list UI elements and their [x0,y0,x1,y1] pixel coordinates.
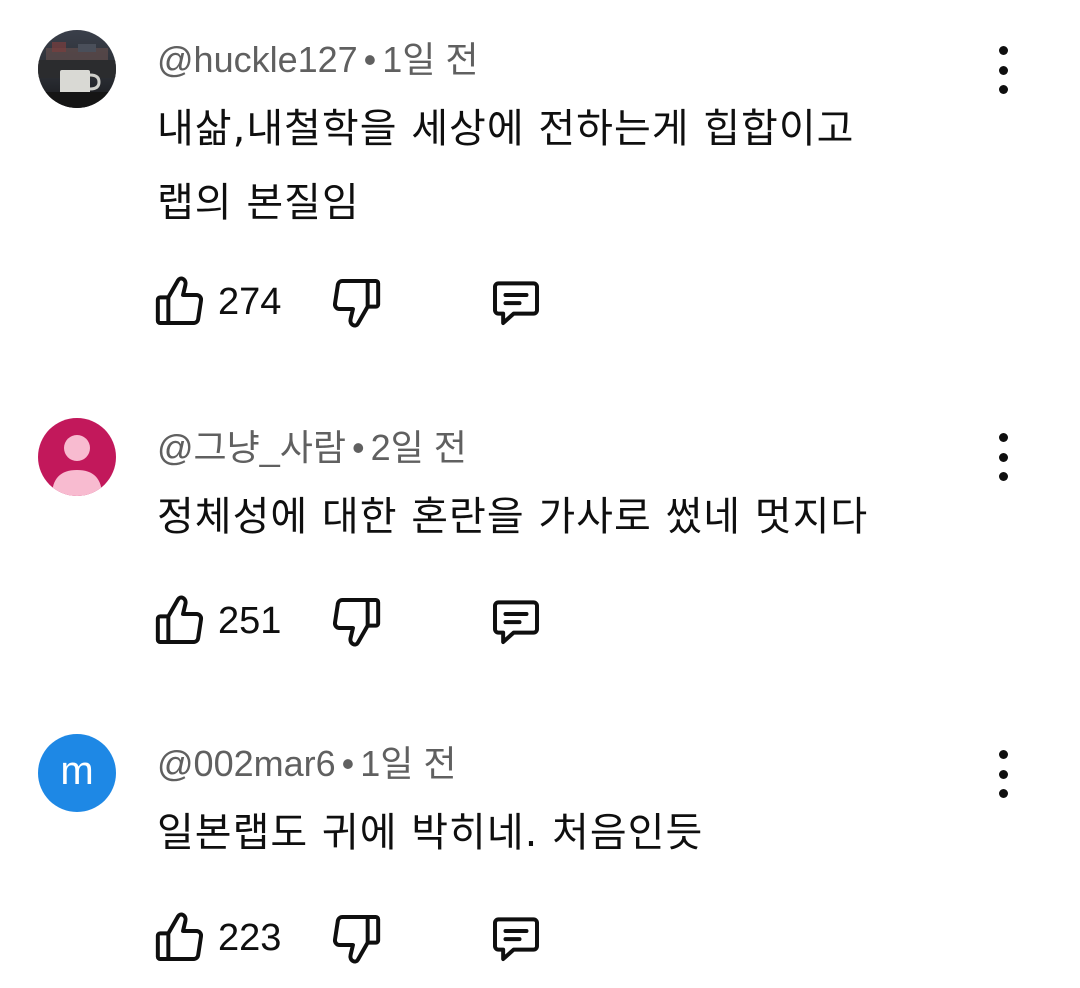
avatar-letter: m [60,749,94,793]
reply-comment-icon[interactable] [488,910,544,966]
avatar[interactable]: m [38,734,116,812]
comment-time: 1일 전 [382,39,479,80]
comment-text: 일본랩도 귀에 박히네. 처음인듯 [157,796,977,870]
thumbs-down-icon[interactable] [328,274,384,330]
comment-time: 2일 전 [370,427,467,468]
author-handle[interactable]: @그냥_사람 [157,427,346,468]
meta-separator: • [352,427,365,468]
avatar[interactable] [38,30,116,108]
like-count: 274 [218,281,282,323]
author-handle[interactable]: @002mar6 [157,743,336,784]
comment-meta: @002mar6 • 1일 전 [157,742,457,786]
meta-separator: • [341,743,355,784]
comment-line: 정체성에 대한 혼란을 가사로 썼네 멋지다 [157,494,869,540]
comment-text: 정체성에 대한 혼란을 가사로 썼네 멋지다 [157,480,977,554]
avatar-photo-icon [38,30,116,108]
thumbs-down-icon[interactable] [328,593,384,649]
reply-comment-icon[interactable] [488,274,544,330]
comment-meta: @그냥_사람 • 2일 전 [157,426,467,470]
comment-line: 랩의 본질임 [157,180,360,226]
comment-time: 1일 전 [360,743,457,784]
like-count: 251 [218,600,282,642]
author-handle[interactable]: @huckle127 [157,39,358,80]
comment-actions: 223 [152,910,572,966]
thumbs-up-icon[interactable] [152,910,208,966]
thumbs-up-icon[interactable] [152,274,208,330]
more-vertical-icon[interactable] [988,46,1018,94]
thumbs-down-icon[interactable] [328,910,384,966]
comment-line: 일본랩도 귀에 박히네. 처음인듯 [157,810,704,856]
reply-comment-icon[interactable] [488,593,544,649]
meta-separator: • [363,39,377,80]
avatar[interactable] [38,418,116,496]
more-vertical-icon[interactable] [988,433,1018,481]
like-count: 223 [218,917,282,959]
more-vertical-icon[interactable] [988,750,1018,798]
default-person-avatar-icon [38,418,116,496]
comment-actions: 251 [152,593,572,649]
comment-text: 내삶,내철학을 세상에 전하는게 힙합이고 랩의 본질임 [157,92,977,240]
comment-actions: 274 [152,274,572,330]
comment-meta: @huckle127 • 1일 전 [157,38,479,82]
thumbs-up-icon[interactable] [152,593,208,649]
comment-line: 내삶,내철학을 세상에 전하는게 힙합이고 [157,106,855,152]
